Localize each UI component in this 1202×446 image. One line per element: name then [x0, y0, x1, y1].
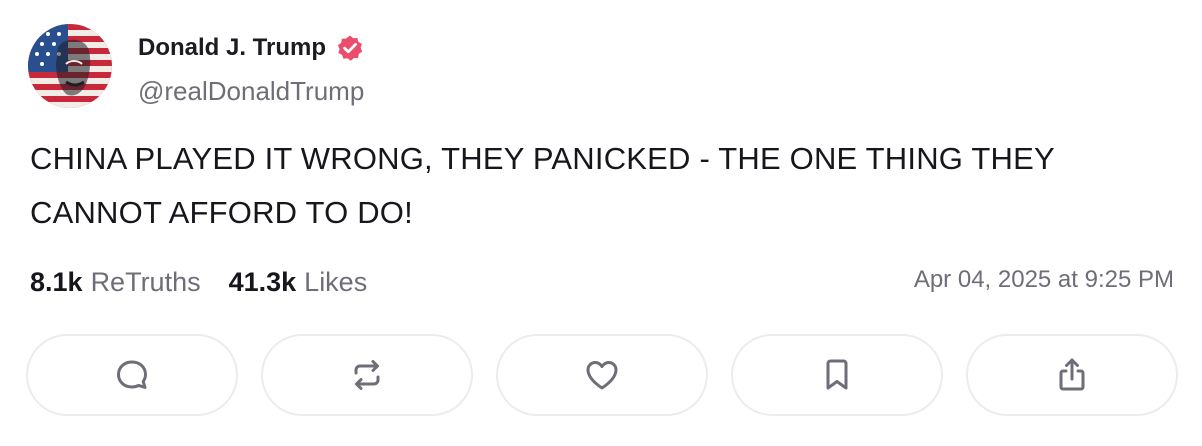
likes-count: 41.3k — [228, 266, 297, 297]
post-text: CHINA PLAYED IT WRONG, THEY PANICKED - T… — [30, 141, 1055, 230]
post-card: Donald J. Trump @realDonaldTrump CHINA P… — [0, 0, 1202, 446]
post-stats: 8.1k ReTruths 41.3k Likes — [30, 262, 367, 302]
retruth-button[interactable] — [261, 334, 473, 416]
like-button[interactable] — [496, 334, 708, 416]
reply-button[interactable] — [26, 334, 238, 416]
author-display-name[interactable]: Donald J. Trump — [138, 34, 326, 62]
likes-label: Likes — [304, 266, 368, 297]
retruths-label: ReTruths — [90, 266, 201, 297]
bookmark-icon — [826, 359, 848, 390]
action-bar — [26, 334, 1178, 416]
avatar[interactable] — [28, 24, 112, 108]
repost-icon — [354, 360, 380, 390]
author-name-row: Donald J. Trump — [138, 30, 364, 66]
flag-portrait-avatar-icon — [28, 24, 112, 108]
author-handle[interactable]: @realDonaldTrump — [138, 76, 364, 107]
retruths-count: 8.1k — [30, 266, 83, 297]
comment-icon — [117, 360, 147, 389]
share-icon — [1059, 358, 1085, 391]
post-timestamp: Apr 04, 2025 at 9:25 PM — [913, 266, 1174, 293]
likes-stat[interactable]: 41.3k Likes — [229, 267, 368, 298]
retruths-stat[interactable]: 8.1k ReTruths — [30, 267, 201, 298]
heart-icon — [586, 361, 618, 390]
verified-badge-icon — [336, 34, 364, 62]
share-button[interactable] — [966, 334, 1178, 416]
bookmark-button[interactable] — [731, 334, 943, 416]
